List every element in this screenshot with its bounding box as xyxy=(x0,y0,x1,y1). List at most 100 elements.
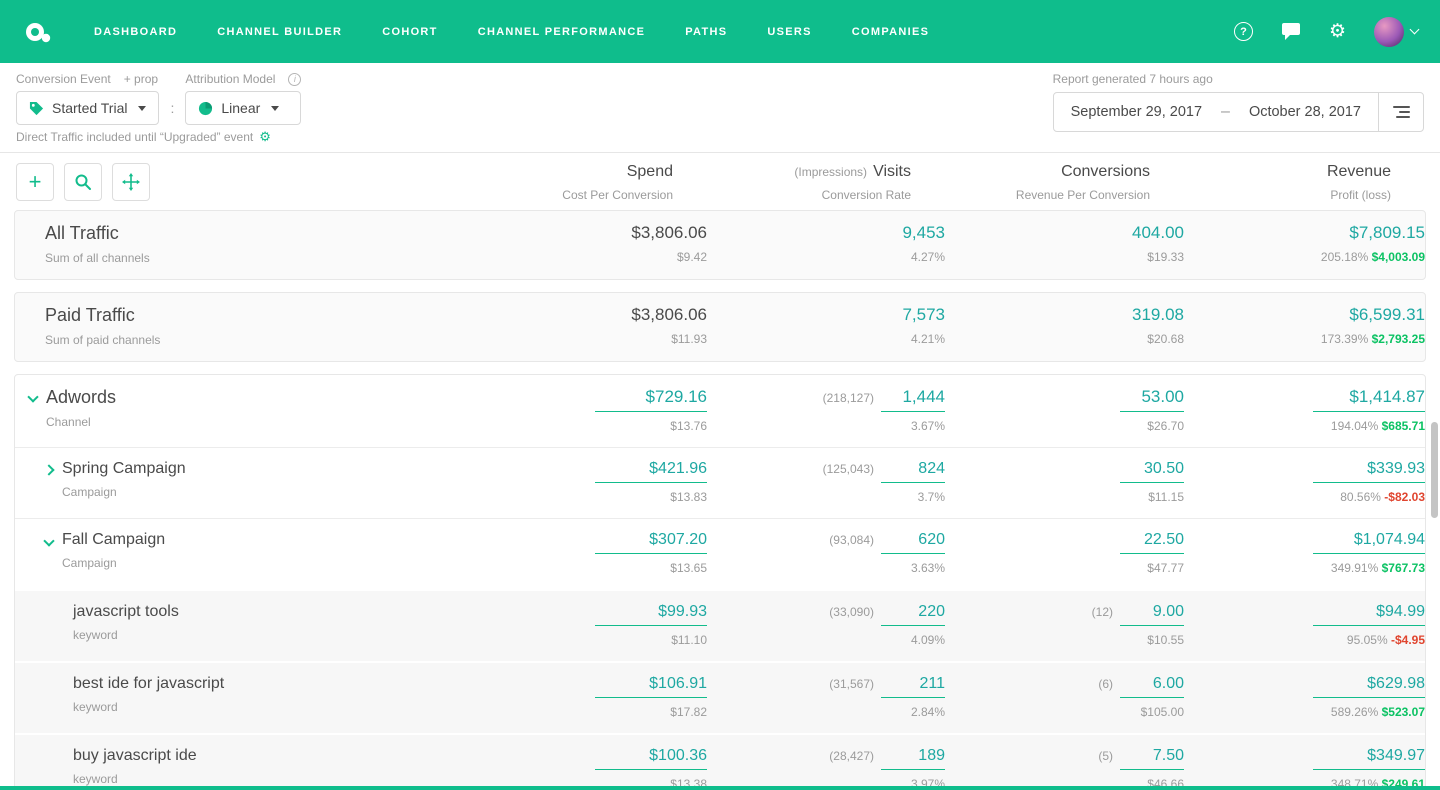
spend-value[interactable]: $421.96 xyxy=(595,460,707,483)
conversions-value[interactable]: 53.00 xyxy=(1120,387,1184,412)
row-title: All Traffic xyxy=(45,223,150,244)
visits-value[interactable]: 189 xyxy=(881,747,945,770)
chevron-down-icon[interactable] xyxy=(27,391,38,402)
move-button[interactable] xyxy=(112,163,150,201)
column-header-spend[interactable]: Spend Cost Per Conversion xyxy=(433,163,673,202)
nav-item-dashboard[interactable]: DASHBOARD xyxy=(94,26,177,38)
chevron-right-icon[interactable] xyxy=(43,464,54,475)
spend-cell: $99.93 $11.10 xyxy=(467,603,707,647)
conversion-event-dropdown[interactable]: Started Trial xyxy=(16,91,159,125)
chevron-down-icon[interactable] xyxy=(43,535,54,546)
conversions-value[interactable]: 30.50 xyxy=(1120,460,1184,483)
column-header-conversions[interactable]: Conversions Revenue Per Conversion xyxy=(911,163,1150,202)
row-title[interactable]: Adwords xyxy=(46,387,116,408)
spend-value[interactable]: $106.91 xyxy=(595,675,707,698)
row-best-ide-for-javascript[interactable]: best ide for javascript keyword $106.91 … xyxy=(15,661,1425,733)
conversions-cell: (5)7.50 $46.66 xyxy=(945,747,1184,790)
nav-item-paths[interactable]: PATHS xyxy=(685,26,727,38)
row-adwords[interactable]: Adwords Channel $729.16 $13.76 (218,127)… xyxy=(15,375,1425,447)
conversions-value[interactable]: 319.08 xyxy=(1132,305,1184,324)
spend-value[interactable]: $100.36 xyxy=(595,747,707,770)
visits-value[interactable]: 211 xyxy=(881,675,945,698)
spend-value[interactable]: $99.93 xyxy=(595,603,707,626)
nav-item-channel-builder[interactable]: CHANNEL BUILDER xyxy=(217,26,342,38)
spend-value[interactable]: $307.20 xyxy=(595,531,707,554)
visits-value[interactable]: 220 xyxy=(881,603,945,626)
revenue-value[interactable]: $349.97 xyxy=(1313,747,1425,770)
visits-value[interactable]: 1,444 xyxy=(881,387,945,412)
revenue-value[interactable]: $7,809.15 xyxy=(1349,223,1425,242)
conversions-count-prefix: (5) xyxy=(1098,749,1113,763)
visits-value[interactable]: 9,453 xyxy=(902,223,945,242)
scrollbar-thumb[interactable] xyxy=(1431,422,1438,518)
row-spring-campaign[interactable]: Spring Campaign Campaign $421.96 $13.83 … xyxy=(15,447,1425,518)
conversions-value[interactable]: 7.50 xyxy=(1120,747,1184,770)
search-button[interactable] xyxy=(64,163,102,201)
row-javascript-tools[interactable]: javascript tools keyword $99.93 $11.10 (… xyxy=(15,589,1425,661)
table-row: Paid Traffic Sum of paid channels $3,806… xyxy=(15,293,1425,361)
revenue-cell: $1,074.94 349.91% $767.73 xyxy=(1184,531,1425,575)
visits-value[interactable]: 824 xyxy=(881,460,945,483)
column-header-visits[interactable]: (Impressions)Visits Conversion Rate xyxy=(673,163,911,202)
conversions-value[interactable]: 22.50 xyxy=(1120,531,1184,554)
revenue-value[interactable]: $629.98 xyxy=(1313,675,1425,698)
revenue-cell: $6,599.31 173.39% $2,793.25 xyxy=(1184,305,1425,346)
filter-separator: : xyxy=(170,100,174,116)
nav-item-companies[interactable]: COMPANIES xyxy=(852,26,930,38)
row-buy-javascript-ide[interactable]: buy javascript ide keyword $100.36 $13.3… xyxy=(15,733,1425,790)
row-title[interactable]: Fall Campaign xyxy=(62,531,165,549)
account-menu[interactable] xyxy=(1374,17,1418,47)
app-logo[interactable] xyxy=(22,17,52,47)
attribution-model-label-text: Attribution Model xyxy=(185,73,275,86)
visits-value[interactable]: 7,573 xyxy=(902,305,945,324)
info-icon[interactable]: i xyxy=(288,73,301,86)
revenue-value[interactable]: $339.93 xyxy=(1313,460,1425,483)
help-icon[interactable]: ? xyxy=(1234,22,1253,41)
note-settings-icon[interactable]: ⚙ xyxy=(259,130,271,143)
date-start[interactable]: September 29, 2017 xyxy=(1054,104,1219,120)
nav-item-cohort[interactable]: COHORT xyxy=(382,26,437,38)
profit-amount: -$4.95 xyxy=(1391,633,1425,647)
spend-value: $3,806.06 xyxy=(467,305,707,325)
bottom-accent-bar xyxy=(0,786,1440,790)
row-fall-campaign[interactable]: Fall Campaign Campaign $307.20 $13.65 (9… xyxy=(15,518,1425,589)
direct-traffic-note-text: Direct Traffic included until “Upgraded”… xyxy=(16,131,253,143)
attribution-model-dropdown[interactable]: Linear xyxy=(185,91,301,125)
conversions-value[interactable]: 404.00 xyxy=(1132,223,1184,242)
add-prop-link[interactable]: + prop xyxy=(124,73,158,86)
revenue-value[interactable]: $1,074.94 xyxy=(1313,531,1425,554)
conversion-rate-value: 3.67% xyxy=(707,419,945,433)
channel-group-adwords: Adwords Channel $729.16 $13.76 (218,127)… xyxy=(14,374,1426,790)
vertical-scrollbar[interactable] xyxy=(1430,160,1439,770)
date-filter-button[interactable] xyxy=(1379,93,1423,131)
revenue-value[interactable]: $94.99 xyxy=(1313,603,1425,626)
profit-percent: 95.05% xyxy=(1347,633,1388,647)
visits-cell: (125,043)824 3.7% xyxy=(707,460,945,504)
revenue-value[interactable]: $1,414.87 xyxy=(1313,387,1425,412)
row-title: javascript tools xyxy=(73,603,179,621)
conversion-rate-value: 2.84% xyxy=(707,705,945,719)
impressions-value: (125,043) xyxy=(823,462,874,476)
revenue-value[interactable]: $6,599.31 xyxy=(1349,305,1425,324)
spend-cell: $100.36 $13.38 xyxy=(467,747,707,790)
nav-utilities: ? ⚙ xyxy=(1234,17,1418,47)
profit-amount: $2,793.25 xyxy=(1372,332,1425,346)
row-title[interactable]: Spring Campaign xyxy=(62,460,186,478)
conversions-value[interactable]: 6.00 xyxy=(1120,675,1184,698)
visits-value[interactable]: 620 xyxy=(881,531,945,554)
column-header-revenue[interactable]: Revenue Profit (loss) xyxy=(1150,163,1391,202)
nav-item-users[interactable]: USERS xyxy=(767,26,811,38)
spend-value: $3,806.06 xyxy=(467,223,707,243)
settings-icon[interactable]: ⚙ xyxy=(1329,22,1346,41)
date-end[interactable]: October 28, 2017 xyxy=(1232,104,1378,120)
visits-cell: 9,453 4.27% xyxy=(707,223,945,264)
add-channel-button[interactable]: + xyxy=(16,163,54,201)
spend-cell: $421.96 $13.83 xyxy=(467,460,707,504)
revenue-cell: $94.99 95.05% -$4.95 xyxy=(1184,603,1425,647)
nav-item-channel-performance[interactable]: CHANNEL PERFORMANCE xyxy=(478,26,646,38)
impressions-value: (33,090) xyxy=(829,605,874,619)
chat-icon[interactable] xyxy=(1281,22,1301,41)
spend-value[interactable]: $729.16 xyxy=(595,387,707,412)
conversions-value[interactable]: 9.00 xyxy=(1120,603,1184,626)
avatar[interactable] xyxy=(1374,17,1404,47)
